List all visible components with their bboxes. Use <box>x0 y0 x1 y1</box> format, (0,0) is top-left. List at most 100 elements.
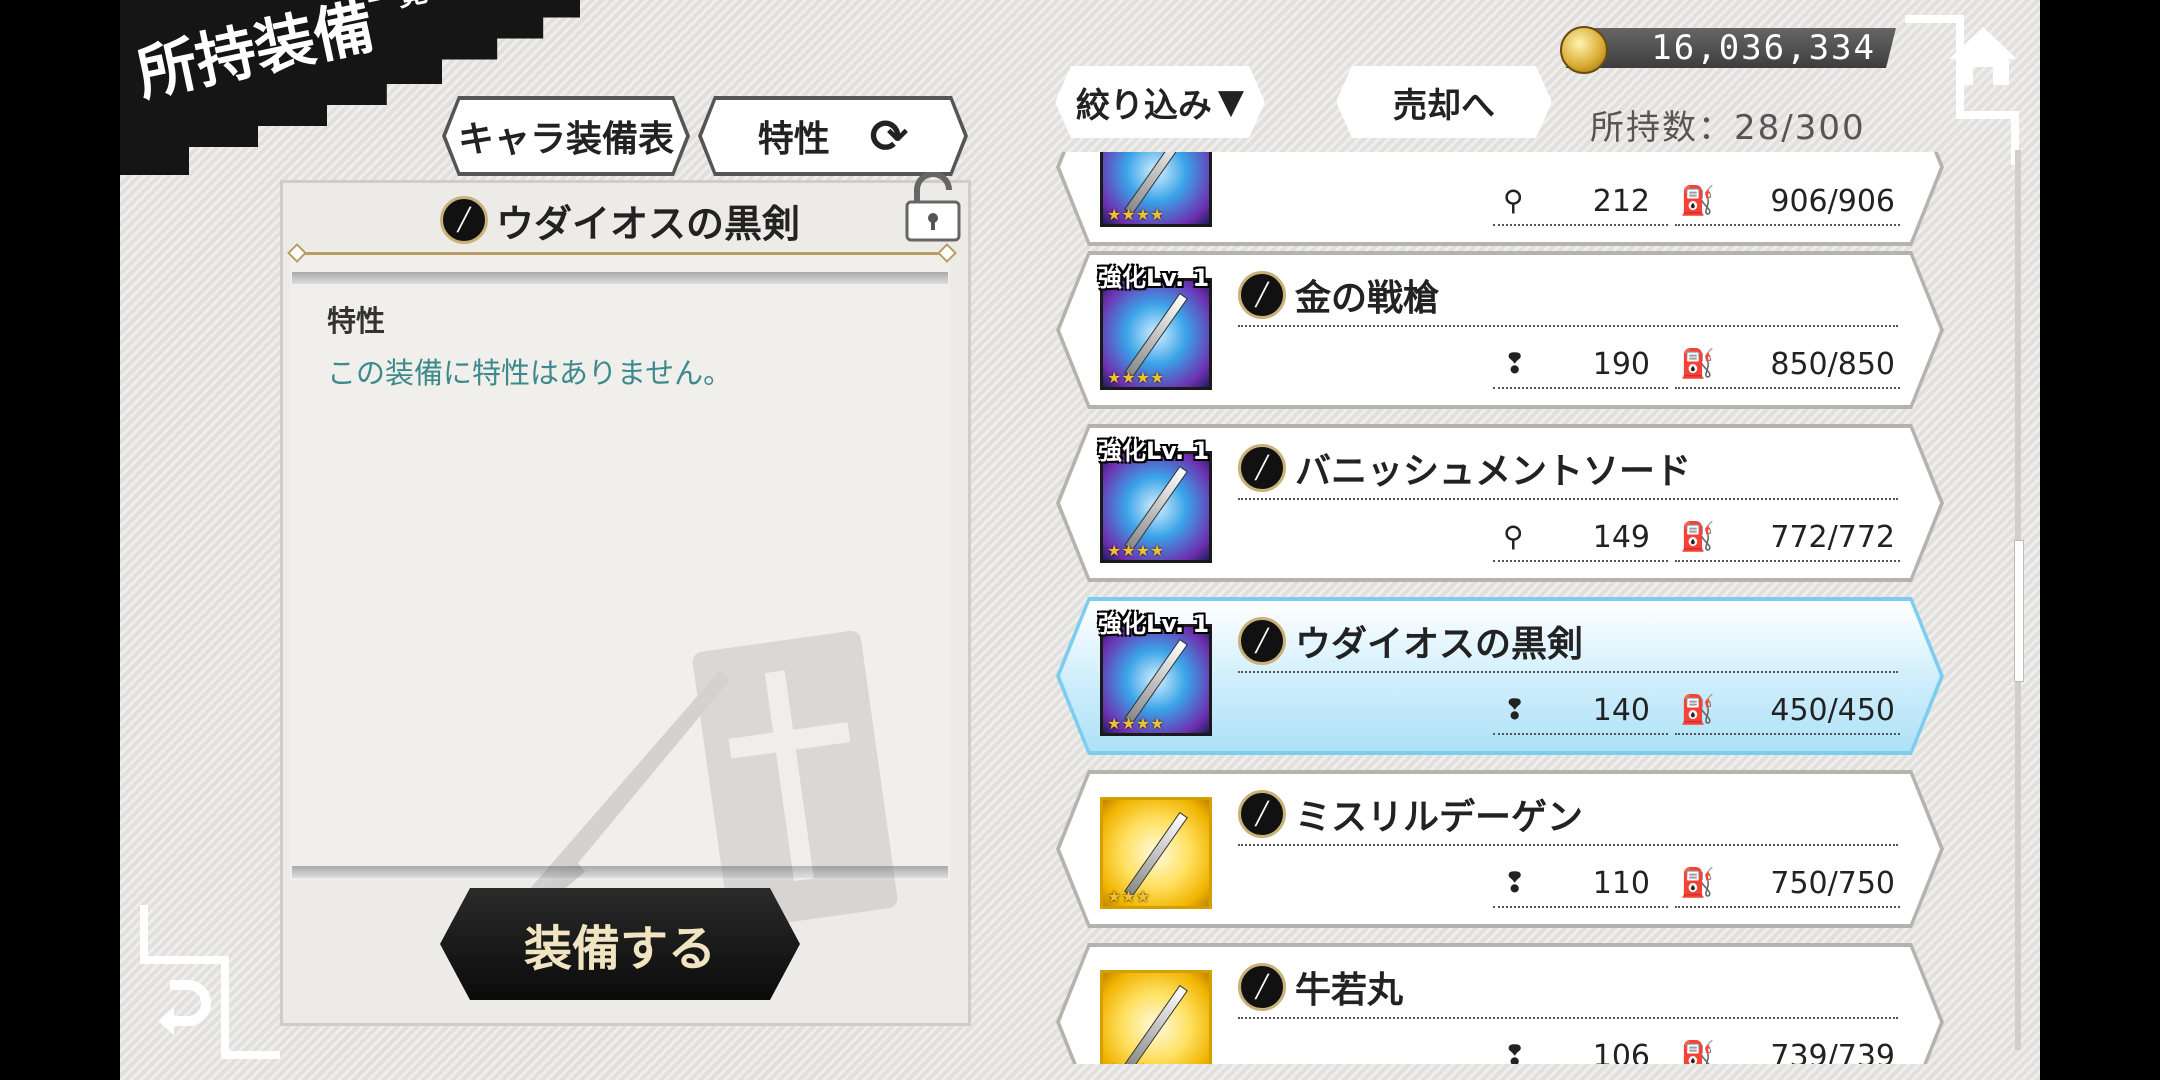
equipment-list[interactable]: ★★★★ ⚲ 212 ⛽ 906/906 ★★★★ 強化Lv. 1 ╱ 金の戦槍… <box>1050 152 1960 1064</box>
stat-value: 212 <box>1592 184 1650 219</box>
durability-value: 772/772 <box>1770 520 1895 555</box>
durability-value: 906/906 <box>1770 184 1895 219</box>
tab-traits-label: 特性 <box>757 119 830 160</box>
exclaim-icon: ❢ <box>1503 693 1527 726</box>
inventory-count: 所持数：28/300 <box>1590 108 1866 148</box>
rarity-stars: ★★★★ <box>1107 368 1165 387</box>
ring-icon: ⚲ <box>1503 184 1524 217</box>
weapon-icon <box>1124 638 1188 725</box>
durability-value: 750/750 <box>1770 866 1895 901</box>
equipment-thumbnail: ★★★★ <box>1100 451 1212 563</box>
weapon-type-icon: ╱ <box>1238 444 1286 492</box>
divider <box>1675 224 1900 226</box>
exclaim-icon: ❢ <box>1503 347 1527 380</box>
detail-item-name: ウダイオスの黒剣 <box>495 201 800 246</box>
weapon-type-icon: ╱ <box>1238 963 1286 1011</box>
weapon-icon <box>1124 984 1188 1064</box>
weapon-type-icon: ╱ <box>1238 617 1286 665</box>
equipment-row[interactable]: ★★★ ╱ ミスリルデーゲン ❢ 110 ⛽ 750/750 <box>1060 774 1940 924</box>
divider <box>1675 560 1900 562</box>
durability-value: 850/850 <box>1770 347 1895 382</box>
tab-character-equipment-label: キャラ装備表 <box>457 119 674 160</box>
enhance-level-badge: 強化Lv. 1 <box>1098 437 1210 465</box>
divider <box>1675 387 1900 389</box>
item-name: 金の戦槍 <box>1295 278 1440 319</box>
filter-button[interactable]: 絞り込み ▼ <box>1055 66 1265 138</box>
equipment-row[interactable]: ★★★★ ⚲ 212 ⛽ 906/906 <box>1060 152 1940 242</box>
stat-value: 190 <box>1592 347 1650 382</box>
cycle-icon: ⟳ <box>869 109 909 163</box>
equipment-thumbnail: ★★★★ <box>1100 624 1212 736</box>
stat-value: 106 <box>1592 1039 1650 1064</box>
equipment-row[interactable]: ★★★★ 強化Lv. 1 ╱ 金の戦槍 ❢ 190 ⛽ 850/850 <box>1060 255 1940 405</box>
equipment-thumbnail: ★★★ <box>1100 797 1212 909</box>
sell-label: 売却へ <box>1393 85 1495 126</box>
detail-header: ╱ ウダイオスの黒剣 <box>290 190 950 250</box>
divider <box>1238 325 1898 327</box>
divider <box>1493 733 1668 735</box>
shade-bar <box>292 272 948 284</box>
weapon-icon <box>1124 465 1188 552</box>
tab-character-equipment[interactable]: キャラ装備表 <box>446 100 686 172</box>
gold-amount: 16,036,334 <box>1651 28 1876 68</box>
durability-value: 450/450 <box>1770 693 1895 728</box>
divider <box>1493 906 1668 908</box>
sword-type-icon: ╱ <box>439 196 488 244</box>
weapon-type-icon: ╱ <box>1238 271 1286 319</box>
exclaim-icon: ❢ <box>1503 866 1527 899</box>
exclaim-icon: ❢ <box>1503 1039 1527 1064</box>
divider <box>1675 733 1900 735</box>
rarity-stars: ★★★★ <box>1107 541 1165 560</box>
divider <box>1238 498 1898 500</box>
lock-icon[interactable] <box>905 172 961 242</box>
rarity-stars: ★★★★ <box>1107 205 1165 224</box>
equip-button-label: 装備する <box>523 921 716 977</box>
divider <box>295 252 945 255</box>
home-button[interactable] <box>1905 15 2030 165</box>
equip-button[interactable]: 装備する <box>440 888 800 1000</box>
equipment-watermark-icon <box>514 630 898 930</box>
rarity-stars: ★★★ <box>1107 1060 1150 1064</box>
stat-value: 149 <box>1592 520 1650 555</box>
back-button[interactable] <box>140 905 280 1060</box>
weapon-icon <box>1124 811 1188 898</box>
item-name: ミスリルデーゲン <box>1295 797 1584 838</box>
stat-value: 140 <box>1592 693 1650 728</box>
equipment-thumbnail: ★★★★ <box>1100 278 1212 390</box>
durability-value: 739/739 <box>1770 1039 1895 1064</box>
filter-label: 絞り込み <box>1075 85 1212 126</box>
ring-icon: ⚲ <box>1503 520 1524 553</box>
divider <box>1493 560 1668 562</box>
divider <box>1238 671 1898 673</box>
trait-text: この装備に特性はありません。 <box>327 356 733 390</box>
divider <box>1493 387 1668 389</box>
divider <box>1493 224 1668 226</box>
enhance-level-badge: 強化Lv. 1 <box>1098 610 1210 638</box>
game-screen: 所持装備一覧 キャラ装備表 特性 ⟳ ╱ ウダイオスの黒剣 特性 この装備に特性… <box>120 0 2040 1080</box>
equipment-thumbnail: ★★★★ <box>1100 152 1212 227</box>
sell-button[interactable]: 売却へ <box>1336 66 1552 138</box>
trait-heading: 特性 <box>327 304 386 338</box>
coin-icon <box>1560 26 1608 74</box>
gold-counter: 16,036,334 <box>1566 28 1896 68</box>
item-name: 牛若丸 <box>1295 970 1404 1011</box>
chevron-down-icon: ▼ <box>1217 82 1245 122</box>
divider <box>1238 1017 1898 1019</box>
weapon-type-icon: ╱ <box>1238 790 1286 838</box>
scrollbar-thumb[interactable] <box>2014 540 2024 682</box>
weapon-icon <box>1124 292 1188 379</box>
item-name: ウダイオスの黒剣 <box>1295 624 1584 665</box>
divider <box>1675 906 1900 908</box>
divider <box>1238 844 1898 846</box>
tab-traits[interactable]: 特性 ⟳ <box>702 100 964 172</box>
page-title-sub: 一覧 <box>364 0 430 20</box>
item-name: バニッシュメントソード <box>1295 451 1692 492</box>
rarity-stars: ★★★★ <box>1107 714 1165 733</box>
equipment-thumbnail: ★★★ <box>1100 970 1212 1064</box>
equipment-row[interactable]: ★★★ ╱ 牛若丸 ❢ 106 ⛽ 739/739 <box>1060 947 1940 1064</box>
equipment-row[interactable]: ★★★★ 強化Lv. 1 ╱ バニッシュメントソード ⚲ 149 ⛽ 772/7… <box>1060 428 1940 578</box>
enhance-level-badge: 強化Lv. 1 <box>1098 264 1210 292</box>
equipment-row[interactable]: ★★★★ 強化Lv. 1 ╱ ウダイオスの黒剣 ❢ 140 ⛽ 450/450 <box>1060 601 1940 751</box>
stat-value: 110 <box>1592 866 1650 901</box>
rarity-stars: ★★★ <box>1107 887 1151 906</box>
